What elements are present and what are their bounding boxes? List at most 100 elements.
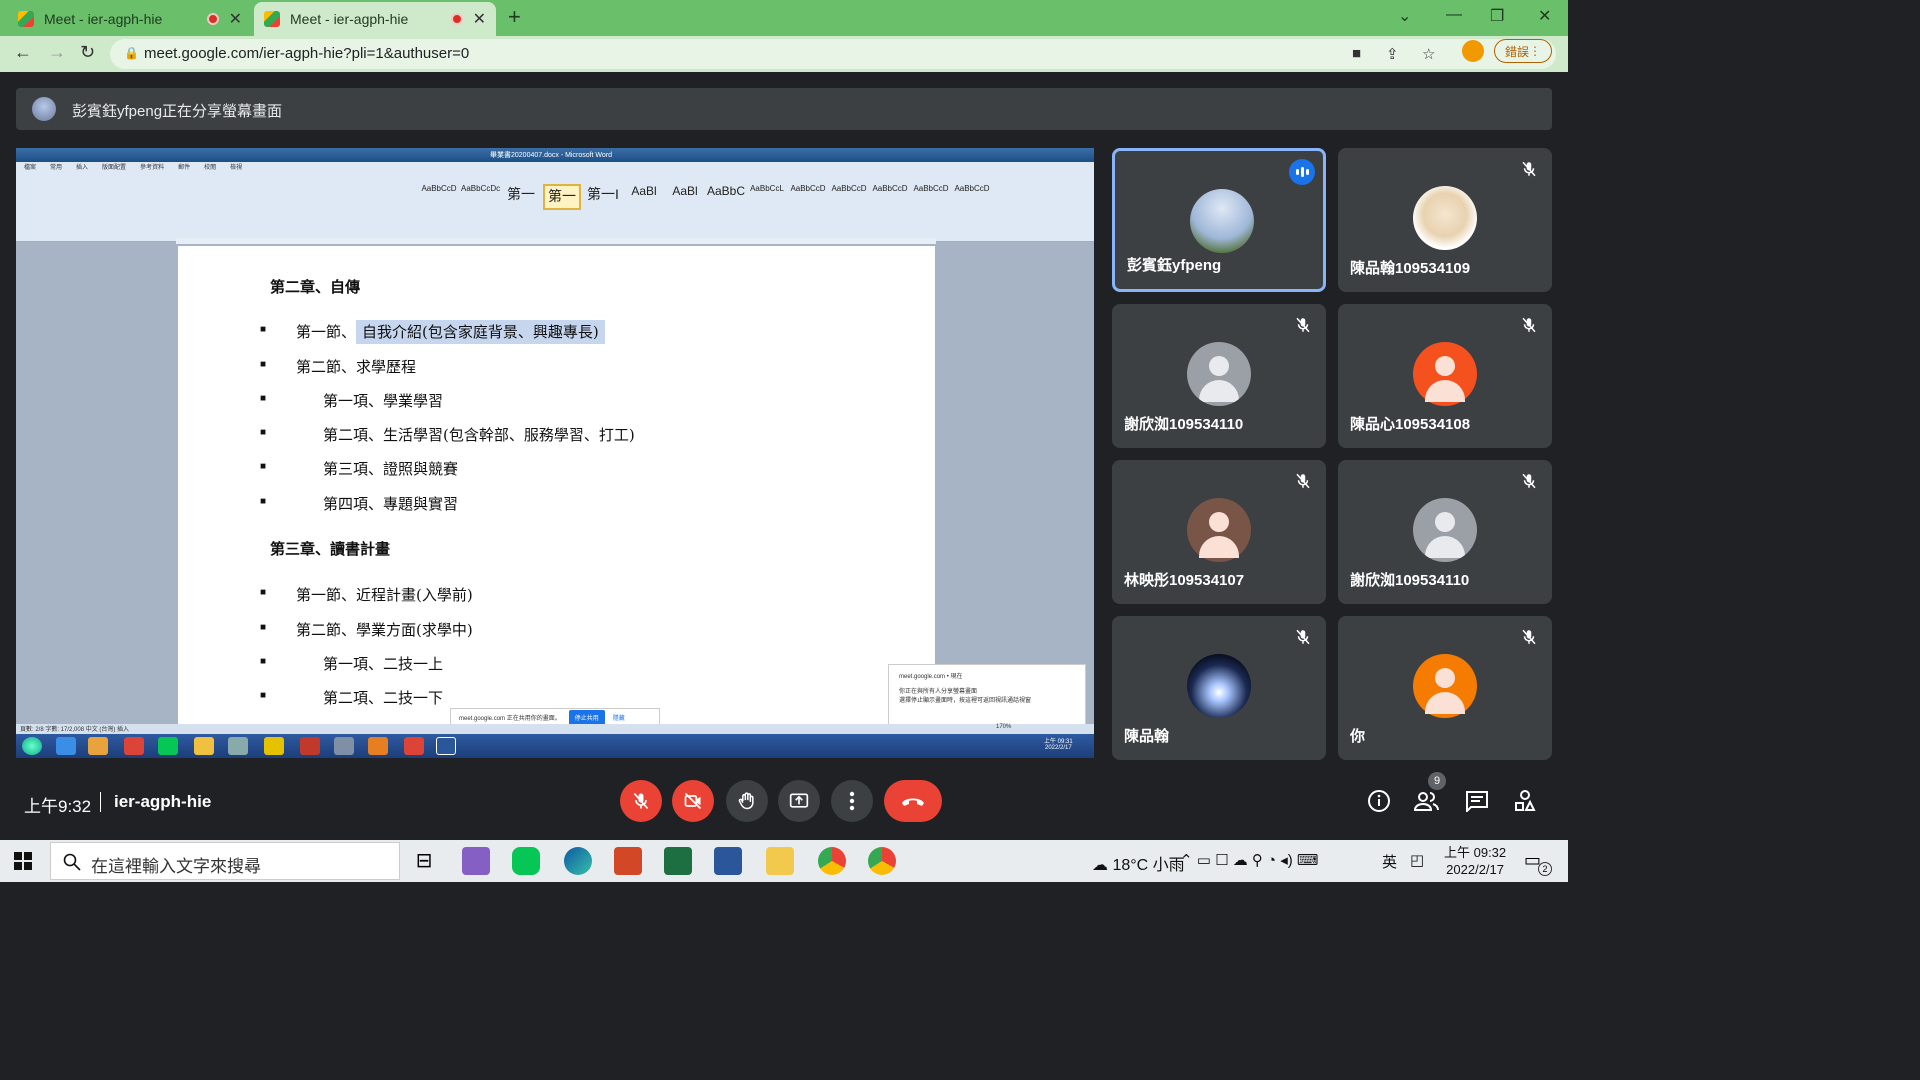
participant-avatar: [1187, 654, 1251, 718]
close-tab-icon[interactable]: ✕: [229, 9, 242, 29]
people-button[interactable]: [1414, 788, 1440, 814]
line-app-icon[interactable]: [512, 847, 540, 875]
notif-sub: 選擇停止顯示畫面時，按這裡可返回視訊通話視窗: [899, 698, 1032, 704]
browser-tab-active[interactable]: Meet - ier-agph-hie ✕: [254, 2, 496, 36]
ribbon-tab: 常用: [50, 165, 63, 171]
back-button[interactable]: ←: [14, 42, 32, 63]
raise-hand-button[interactable]: [726, 780, 768, 822]
share-icon[interactable]: ⇪: [1386, 45, 1399, 63]
share-bar-text: meet.google.com 正在共用你的畫面。: [459, 715, 561, 722]
style-swatch: AaBbCcD: [790, 184, 826, 193]
participant-tile[interactable]: 謝欣洳109534110: [1112, 304, 1326, 448]
more-options-button[interactable]: [831, 780, 873, 822]
ie-icon: [56, 737, 76, 755]
participant-avatar: [1187, 498, 1251, 562]
ribbon-tab: 檢視: [230, 165, 243, 171]
meet-controls-bar: 上午9:32 ier-agph-hie 9: [0, 770, 1568, 840]
participant-tile[interactable]: 你: [1338, 616, 1552, 760]
weather-widget[interactable]: ☁ 18°C 小雨: [1092, 851, 1185, 875]
ribbon-tab: 郵件: [178, 165, 191, 171]
windows-start-icon[interactable]: [14, 852, 32, 870]
new-tab-button[interactable]: +: [508, 4, 521, 30]
task-view-icon[interactable]: ⊟: [410, 847, 438, 875]
camera-blocked-icon[interactable]: ■: [1352, 45, 1361, 62]
profile-avatar[interactable]: [1462, 40, 1484, 62]
close-window-button[interactable]: ✕: [1538, 6, 1551, 26]
visual-studio-icon[interactable]: [462, 847, 490, 875]
reload-button[interactable]: ↻: [80, 42, 95, 63]
style-swatch: 第一: [507, 186, 535, 202]
search-icon: [63, 853, 81, 871]
edge-icon[interactable]: [564, 847, 592, 875]
meeting-time: 上午9:32: [24, 797, 92, 816]
chapter-heading: 第二章、自傳: [270, 276, 360, 297]
list-bullet: ■: [260, 690, 267, 701]
address-bar-row: ← → ↻ 🔒 meet.google.com/ier-agph-hie?pli…: [0, 36, 1568, 72]
app-icon: [334, 737, 354, 755]
bookmark-star-icon[interactable]: ☆: [1422, 45, 1435, 63]
minimize-button[interactable]: —: [1446, 6, 1462, 24]
word-app-icon[interactable]: [714, 847, 742, 875]
activities-button[interactable]: [1512, 788, 1538, 814]
style-swatch: AaBbCcD: [421, 184, 457, 193]
participant-avatar: [1413, 654, 1477, 718]
outline-item: 第一節、 自我介紹(包含家庭背景、興趣專長): [296, 320, 605, 344]
participant-tile[interactable]: 陳品翰: [1112, 616, 1326, 760]
tray-icons[interactable]: ⌃ ▭ ☐ ☁ ⚲ ◔ ◂) ⌨: [1180, 851, 1319, 869]
participant-avatar: [1413, 498, 1477, 562]
tab-search-icon[interactable]: ⌄: [1398, 6, 1411, 26]
leave-call-button[interactable]: [884, 780, 942, 822]
line-text: 第二項、生活學習(包含幹部、服務學習、打工): [323, 426, 635, 444]
weather-text: 18°C 小雨: [1112, 857, 1185, 874]
participant-avatar: [1413, 186, 1477, 250]
present-screen-button[interactable]: [778, 780, 820, 822]
clock-time: 上午 09:32: [1444, 845, 1507, 860]
muted-mic-icon: [1520, 316, 1538, 334]
camera-toggle-button[interactable]: [672, 780, 714, 822]
browser-tab[interactable]: Meet - ier-agph-hie ✕: [8, 2, 252, 36]
meeting-details-button[interactable]: [1366, 788, 1392, 814]
share-notification: meet.google.com • 現在 你正在與所有人分享螢幕畫面 選擇停止顯…: [888, 664, 1086, 726]
style-swatch: AaBbC: [707, 184, 746, 198]
taskbar-clock[interactable]: 上午 09:32 2022/2/17: [1444, 844, 1506, 878]
outline-item: 第二項、生活學習(包含幹部、服務學習、打工): [323, 424, 635, 445]
close-tab-icon[interactable]: ✕: [473, 9, 486, 29]
powerpoint-icon[interactable]: [614, 847, 642, 875]
forward-button[interactable]: →: [48, 42, 66, 63]
list-bullet: ■: [260, 622, 267, 633]
outline-item: 第一項、學業學習: [323, 390, 443, 411]
info-icon: [1368, 790, 1390, 812]
tablet-mode-icon[interactable]: ◰: [1410, 851, 1424, 869]
taskbar-search-box[interactable]: 在這裡輸入文字來搜尋: [50, 842, 400, 880]
style-swatch: 第一I: [587, 186, 619, 202]
line-text: 第一項、二技一上: [323, 655, 444, 673]
list-bullet: ■: [260, 496, 267, 507]
ime-indicator[interactable]: 英: [1382, 851, 1397, 872]
style-swatch: AaBbCcL: [750, 184, 784, 193]
excel-icon[interactable]: [664, 847, 692, 875]
style-swatch: AaBbCcD: [954, 184, 990, 193]
tab-title: Meet - ier-agph-hie: [290, 11, 409, 27]
mic-toggle-button[interactable]: [620, 780, 662, 822]
omnibox[interactable]: 🔒 meet.google.com/ier-agph-hie?pli=1&aut…: [110, 39, 1556, 69]
participant-name: 陳品翰: [1124, 728, 1170, 745]
chrome-app-icon[interactable]: [818, 847, 846, 875]
chat-button[interactable]: [1464, 788, 1490, 814]
meet-favicon-icon: [264, 11, 280, 27]
error-button[interactable]: 錯誤 ⋮: [1494, 39, 1552, 63]
participant-tile[interactable]: 彭賓鈺yfpeng: [1112, 148, 1326, 292]
line-text: 第一項、學業學習: [323, 392, 444, 410]
participant-tile[interactable]: 陳品心109534108: [1338, 304, 1552, 448]
participant-tile[interactable]: 謝欣洳109534110: [1338, 460, 1552, 604]
restore-button[interactable]: ❐: [1490, 6, 1504, 26]
style-swatch: AaBbCcDc: [461, 184, 501, 193]
participant-tile[interactable]: 陳品翰109534109: [1338, 148, 1552, 292]
muted-mic-icon: [1520, 628, 1538, 646]
app-icon: [228, 737, 248, 755]
file-explorer-icon[interactable]: [766, 847, 794, 875]
lock-icon[interactable]: 🔒: [124, 46, 139, 60]
participant-name: 彭賓鈺yfpeng: [1127, 257, 1222, 274]
participant-tile[interactable]: 林映彤109534107: [1112, 460, 1326, 604]
clock-date: 2022/2/17: [1446, 862, 1504, 877]
chrome-app-icon-active[interactable]: [868, 847, 896, 875]
